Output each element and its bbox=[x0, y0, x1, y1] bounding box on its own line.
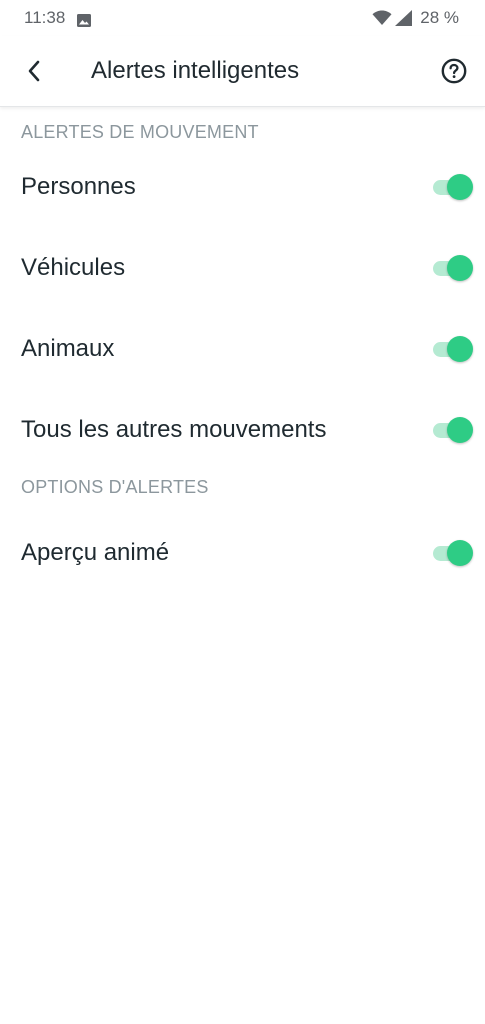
section-header-alert-options: OPTIONS D'ALERTES bbox=[21, 477, 209, 497]
help-circle-icon bbox=[441, 58, 467, 84]
toggle-thumb bbox=[447, 335, 473, 362]
setting-row-persons: Personnes bbox=[0, 147, 485, 227]
setting-label: Personnes bbox=[21, 173, 136, 200]
status-right: 28 % bbox=[372, 8, 459, 28]
status-left: 11:38 bbox=[24, 8, 92, 28]
setting-row-animals: Animaux bbox=[0, 308, 485, 389]
toggle-animated-preview[interactable] bbox=[433, 539, 473, 567]
setting-row-vehicles: Véhicules bbox=[0, 227, 485, 308]
wifi-icon bbox=[372, 10, 392, 26]
toggle-vehicles[interactable] bbox=[433, 254, 473, 282]
toggle-other-motion[interactable] bbox=[433, 416, 473, 444]
toggle-thumb bbox=[447, 416, 473, 443]
setting-label: Véhicules bbox=[21, 253, 126, 281]
toggle-persons[interactable] bbox=[433, 173, 473, 201]
back-button[interactable] bbox=[22, 59, 46, 83]
toggle-thumb bbox=[447, 174, 473, 200]
page-title: Alertes intelligentes bbox=[91, 57, 300, 84]
setting-row-animated-preview: Aperçu animé bbox=[0, 510, 485, 596]
setting-label: Aperçu animé bbox=[21, 539, 170, 566]
setting-label: Animaux bbox=[21, 334, 115, 362]
setting-label: Tous les autres mouvements bbox=[21, 415, 327, 443]
app-bar: Alertes intelligentes bbox=[0, 36, 485, 107]
setting-row-other-motion: Tous les autres mouvements bbox=[0, 389, 485, 470]
toggle-thumb bbox=[447, 540, 473, 566]
battery-percent: 28 % bbox=[420, 8, 459, 27]
toggle-thumb bbox=[447, 254, 473, 281]
status-bar: 11:38 28 % bbox=[0, 0, 485, 36]
help-button[interactable] bbox=[441, 58, 467, 84]
signal-icon bbox=[395, 10, 413, 26]
status-time: 11:38 bbox=[24, 8, 66, 27]
toggle-animals[interactable] bbox=[433, 335, 473, 363]
settings-list: ALERTES DE MOUVEMENT Personnes Véhicules… bbox=[0, 107, 485, 596]
image-icon bbox=[77, 12, 92, 27]
chevron-left-icon bbox=[28, 60, 40, 82]
